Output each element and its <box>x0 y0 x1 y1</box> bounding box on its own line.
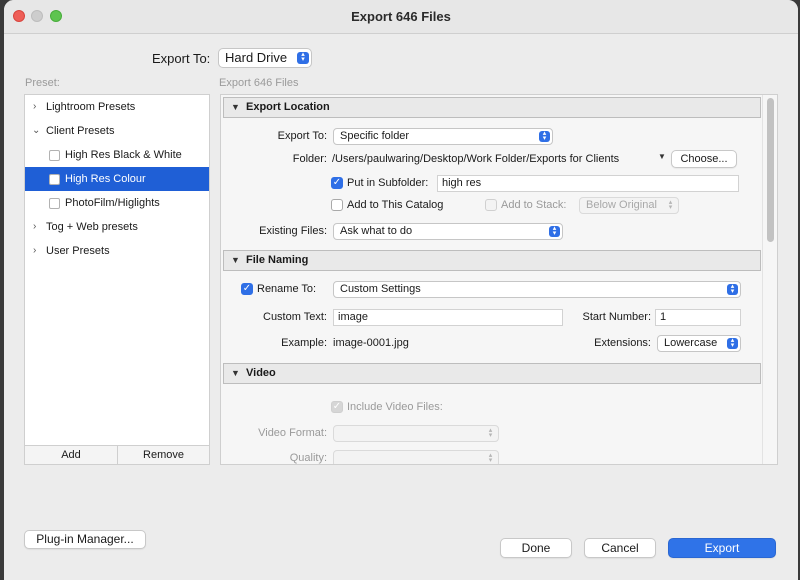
include-video-checkbox[interactable]: ✓ <box>331 401 343 413</box>
chevron-updown-icon: ▴ ▾ <box>727 337 738 349</box>
add-to-stack-label: Add to Stack: <box>501 199 567 211</box>
chevron-updown-icon: ▴ ▾ <box>488 452 493 464</box>
existing-files-label: Existing Files: <box>259 225 327 237</box>
chevron-updown-icon: ▴ ▾ <box>668 199 673 211</box>
preset-item-label: High Res Colour <box>65 173 146 185</box>
file-naming-header[interactable]: ▼ File Naming <box>223 250 761 271</box>
preset-checkbox[interactable] <box>49 150 60 161</box>
folder-path: /Users/paulwaring/Desktop/Work Folder/Ex… <box>332 153 620 165</box>
section-title: File Naming <box>246 254 309 266</box>
section-title: Video <box>246 367 276 379</box>
popup-value: Below Original <box>586 199 657 211</box>
subfolder-input[interactable]: high res <box>437 175 739 192</box>
preset-item-label: Client Presets <box>46 125 115 137</box>
video-format-label: Video Format: <box>258 427 327 439</box>
stack-position-popup[interactable]: Below Original ▴ ▾ <box>579 197 679 214</box>
cancel-button[interactable]: Cancel <box>584 538 656 558</box>
preset-buttons: Add Remove <box>25 445 209 464</box>
preset-label: Preset: <box>25 77 60 89</box>
preset-checkbox[interactable] <box>49 174 60 185</box>
preset-folder-tog-web[interactable]: › Tog + Web presets <box>25 215 209 239</box>
add-to-catalog-label: Add to This Catalog <box>347 199 444 211</box>
preset-item-photofilm[interactable]: PhotoFilm/Higlights <box>25 191 209 215</box>
example-label: Example: <box>281 337 327 349</box>
rename-to-checkbox[interactable]: ✓ <box>241 283 253 295</box>
preset-item-high-res-bw[interactable]: High Res Black & White <box>25 143 209 167</box>
location-export-to-label: Export To: <box>277 130 327 142</box>
preset-item-label: Lightroom Presets <box>46 101 136 113</box>
video-header[interactable]: ▼ Video <box>223 363 761 384</box>
title-bar: Export 646 Files <box>4 0 798 34</box>
preset-item-label: PhotoFilm/Higlights <box>65 197 160 209</box>
plugin-manager-button[interactable]: Plug-in Manager... <box>24 530 146 549</box>
put-in-subfolder-checkbox[interactable]: ✓ <box>331 177 343 189</box>
preset-checkbox[interactable] <box>49 198 60 209</box>
export-to-value: Hard Drive <box>225 50 288 65</box>
chevron-down-icon: ⌄ <box>32 125 41 136</box>
preset-folder-lightroom[interactable]: › Lightroom Presets <box>25 95 209 119</box>
preset-folder-user[interactable]: › User Presets <box>25 239 209 263</box>
preset-item-label: High Res Black & White <box>65 149 182 161</box>
custom-text-input[interactable]: image <box>333 309 563 326</box>
video-format-popup[interactable]: ▴ ▾ <box>333 425 499 442</box>
remove-preset-button[interactable]: Remove <box>118 446 209 464</box>
folder-label: Folder: <box>292 153 327 165</box>
popup-value: Specific folder <box>340 130 410 142</box>
video-quality-label: Quality: <box>289 452 327 464</box>
popup-value: Lowercase <box>664 337 718 349</box>
chevron-right-icon: › <box>33 245 37 256</box>
add-to-catalog-checkbox[interactable] <box>331 199 343 211</box>
preset-folder-client[interactable]: ⌄ Client Presets <box>25 119 209 143</box>
extensions-popup[interactable]: Lowercase ▴ ▾ <box>657 335 741 352</box>
start-number-input[interactable]: 1 <box>655 309 741 326</box>
rename-template-popup[interactable]: Custom Settings ▴ ▾ <box>333 281 741 298</box>
preset-item-high-res-colour[interactable]: High Res Colour <box>25 167 209 191</box>
popup-value: Custom Settings <box>340 283 421 295</box>
extensions-label: Extensions: <box>594 337 651 349</box>
export-to-popup[interactable]: Hard Drive ▴ ▾ <box>218 48 312 68</box>
folder-dropdown-icon[interactable]: ▼ <box>658 152 666 161</box>
disclosure-triangle-icon: ▼ <box>231 255 240 265</box>
add-preset-button[interactable]: Add <box>25 446 118 464</box>
location-export-to-popup[interactable]: Specific folder ▴ ▾ <box>333 128 553 145</box>
export-dialog: Export 646 Files Export To: Hard Drive ▴… <box>4 0 798 580</box>
video-quality-popup[interactable]: ▴ ▾ <box>333 450 499 464</box>
rename-to-label: Rename To: <box>257 283 317 295</box>
window-title: Export 646 Files <box>351 9 451 24</box>
scrollbar-thumb[interactable] <box>767 98 774 242</box>
chevron-right-icon: › <box>33 101 37 112</box>
export-location-header[interactable]: ▼ Export Location <box>223 97 761 118</box>
settings-caption: Export 646 Files <box>219 77 299 89</box>
preset-item-label: User Presets <box>46 245 110 257</box>
chevron-updown-icon: ▴ ▾ <box>727 283 738 295</box>
export-button[interactable]: Export <box>668 538 776 558</box>
start-number-label: Start Number: <box>582 311 651 323</box>
add-to-stack-checkbox[interactable] <box>485 199 497 211</box>
disclosure-triangle-icon: ▼ <box>231 102 240 112</box>
preset-item-label: Tog + Web presets <box>46 221 138 233</box>
chevron-updown-icon: ▴ ▾ <box>549 225 560 237</box>
chevron-updown-icon: ▴ ▾ <box>539 130 550 142</box>
export-to-label: Export To: <box>152 51 211 66</box>
existing-files-popup[interactable]: Ask what to do ▴ ▾ <box>333 223 563 240</box>
chevron-updown-icon: ▴ ▾ <box>488 427 493 439</box>
settings-panel: ▼ Export Location Export To: Specific fo… <box>220 94 778 465</box>
custom-text-label: Custom Text: <box>263 311 327 323</box>
preset-list: › Lightroom Presets ⌄ Client Presets Hig… <box>24 94 210 465</box>
include-video-label: Include Video Files: <box>347 401 443 413</box>
done-button[interactable]: Done <box>500 538 572 558</box>
chevron-updown-icon: ▴ ▾ <box>297 51 309 64</box>
settings-scrollbar[interactable] <box>762 95 777 464</box>
put-in-subfolder-label: Put in Subfolder: <box>347 177 429 189</box>
section-title: Export Location <box>246 101 330 113</box>
popup-value: Ask what to do <box>340 225 413 237</box>
chevron-right-icon: › <box>33 221 37 232</box>
disclosure-triangle-icon: ▼ <box>231 368 240 378</box>
example-filename: image-0001.jpg <box>333 337 409 349</box>
choose-folder-button[interactable]: Choose... <box>671 150 737 168</box>
